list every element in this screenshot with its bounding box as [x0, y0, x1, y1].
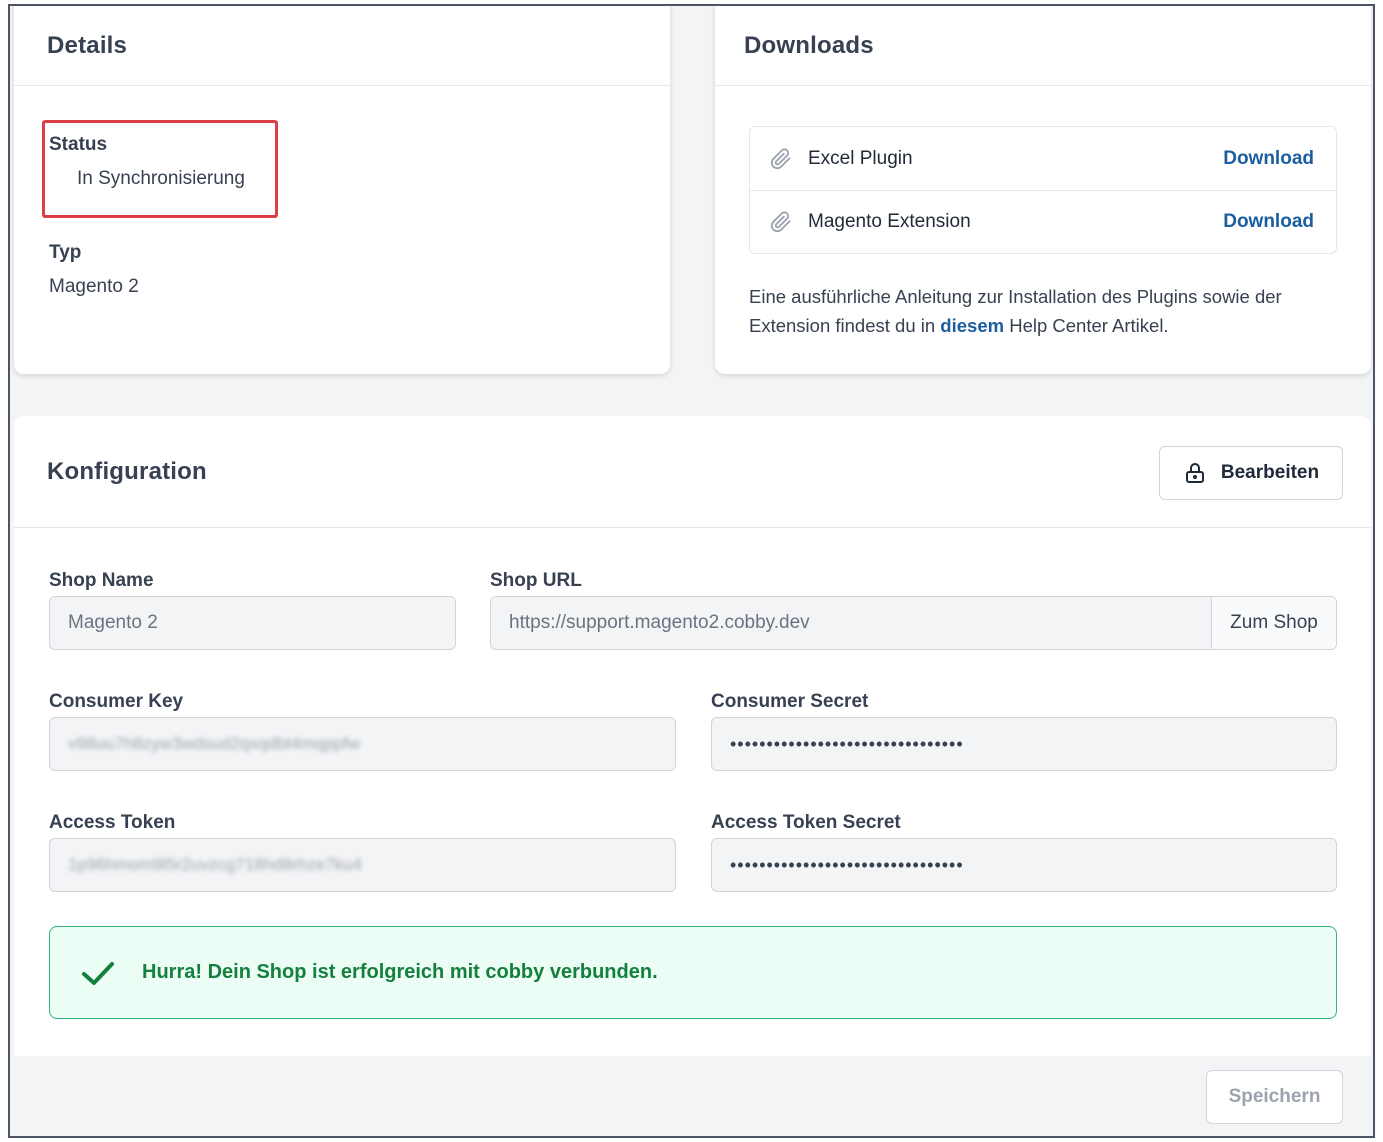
consumer-secret-field[interactable]: ••••••••••••••••••••••••••••••••	[711, 717, 1337, 771]
shop-name-value: Magento 2	[68, 612, 158, 633]
install-guide-note: Eine ausführliche Anleitung zur Installa…	[749, 282, 1339, 340]
lock-icon	[1183, 461, 1207, 485]
checkmark-icon	[78, 953, 118, 993]
paperclip-icon	[770, 147, 792, 170]
download-name: Magento Extension	[808, 211, 971, 232]
consumer-secret-label: Consumer Secret	[711, 691, 869, 712]
help-center-link[interactable]: diesem	[940, 315, 1004, 336]
download-excel-plugin-link[interactable]: Download	[1223, 148, 1314, 170]
shop-url-field[interactable]: https://support.magento2.cobby.dev	[490, 596, 1213, 650]
consumer-secret-value: ••••••••••••••••••••••••••••••••	[730, 733, 964, 754]
consumer-key-value: v98uu7h8zyw3wdsud2qxqdbt4mqppfw	[68, 734, 361, 753]
shop-url-value: https://support.magento2.cobby.dev	[509, 612, 810, 633]
download-magento-extension-link[interactable]: Download	[1223, 211, 1314, 233]
access-token-secret-value: ••••••••••••••••••••••••••••••••	[730, 854, 964, 875]
shop-name-field[interactable]: Magento 2	[49, 596, 456, 650]
zum-shop-button[interactable]: Zum Shop	[1211, 596, 1337, 650]
type-value: Magento 2	[49, 276, 139, 297]
list-item: Excel Plugin Download	[750, 127, 1336, 190]
config-card: Konfiguration Bearbeiten Shop Name Magen…	[14, 416, 1371, 1056]
edit-button-label: Bearbeiten	[1220, 462, 1320, 483]
access-token-value: 1p96hmom9l5r2uvzcg718hd8rhze7ku4	[68, 855, 362, 874]
access-token-secret-label: Access Token Secret	[711, 812, 901, 833]
list-item: Magento Extension Download	[750, 190, 1336, 253]
success-message: Hurra! Dein Shop ist erfolgreich mit cob…	[142, 961, 658, 983]
downloads-title: Downloads	[715, 6, 1371, 86]
app-frame: Details Status In Synchronisierung Typ M…	[8, 4, 1375, 1138]
status-label: Status	[49, 134, 108, 155]
download-name: Excel Plugin	[808, 147, 913, 169]
consumer-key-label: Consumer Key	[49, 691, 184, 712]
shop-url-label: Shop URL	[490, 570, 582, 591]
downloads-list: Excel Plugin Download Magento Extension …	[749, 126, 1337, 254]
status-value: In Synchronisierung	[77, 168, 245, 189]
type-label: Typ	[49, 242, 82, 263]
note-text-end: Help Center Artikel.	[1004, 315, 1169, 336]
details-card: Details Status In Synchronisierung Typ M…	[14, 6, 670, 374]
save-button[interactable]: Speichern	[1206, 1070, 1343, 1124]
access-token-field[interactable]: 1p96hmom9l5r2uvzcg718hd8rhze7ku4	[49, 838, 676, 892]
downloads-card: Downloads Excel Plugin Download Magento …	[715, 6, 1371, 374]
shop-name-label: Shop Name	[49, 570, 154, 591]
success-alert: Hurra! Dein Shop ist erfolgreich mit cob…	[49, 926, 1337, 1019]
details-title: Details	[14, 6, 670, 86]
access-token-secret-field[interactable]: ••••••••••••••••••••••••••••••••	[711, 838, 1337, 892]
consumer-key-field[interactable]: v98uu7h8zyw3wdsud2qxqdbt4mqppfw	[49, 717, 676, 771]
edit-button[interactable]: Bearbeiten	[1159, 446, 1343, 500]
paperclip-icon	[770, 211, 792, 233]
access-token-label: Access Token	[49, 812, 176, 833]
